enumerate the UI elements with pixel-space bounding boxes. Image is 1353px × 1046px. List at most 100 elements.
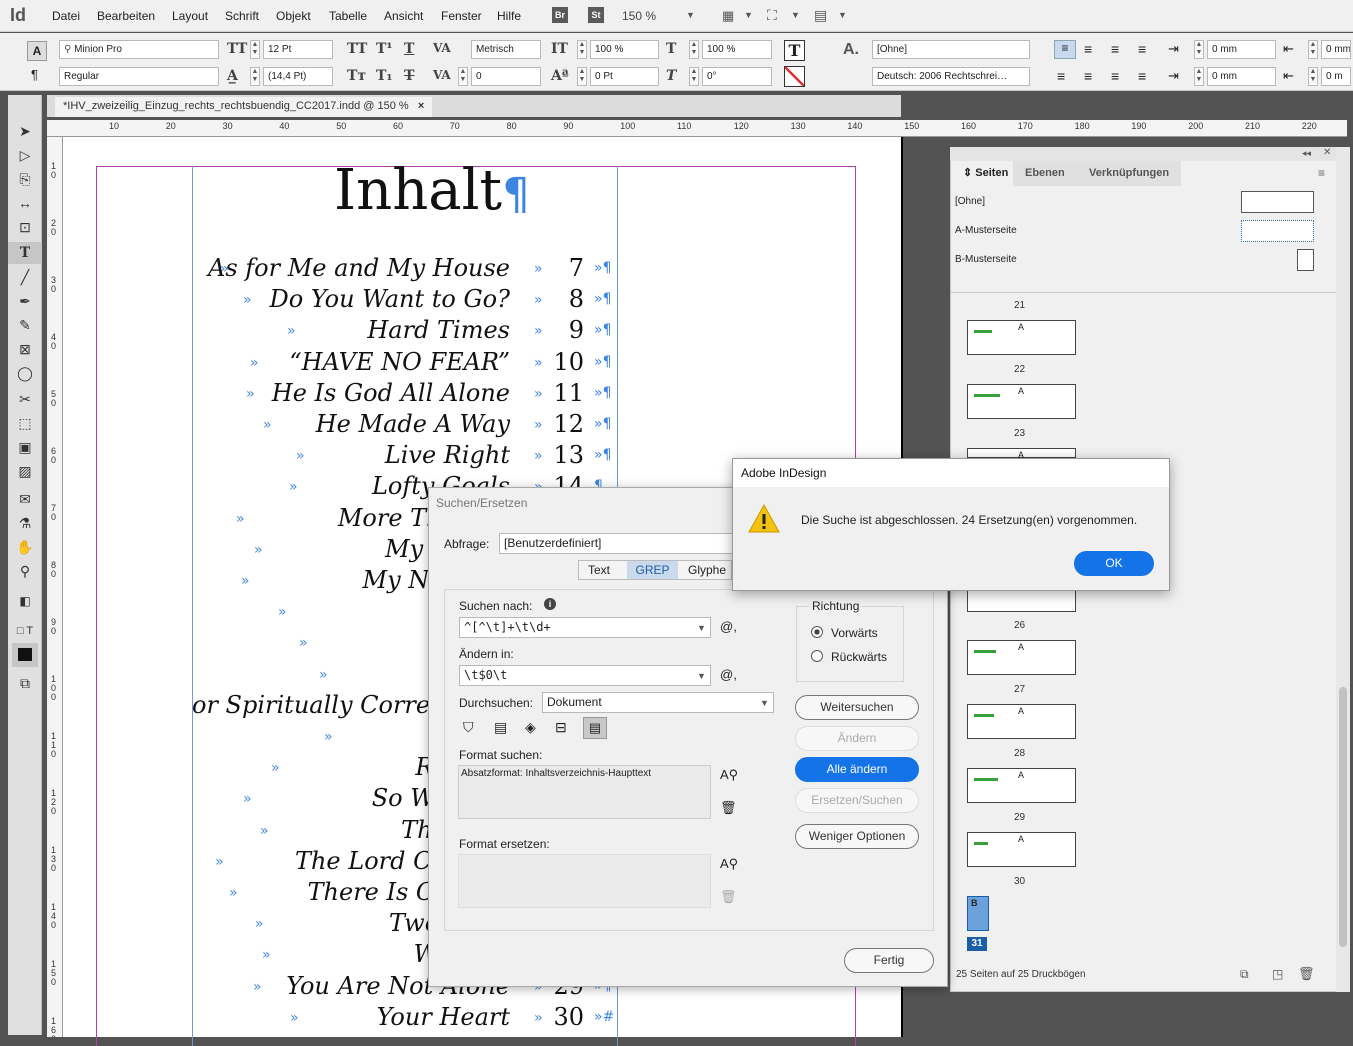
- left-indent-stepper[interactable]: ▲ ▼: [1194, 40, 1204, 59]
- master-a-label[interactable]: A-Musterseite: [955, 225, 1017, 236]
- font-family-field[interactable]: ⚲ Minion Pro: [59, 40, 219, 59]
- clear-format-search-icon[interactable]: 🗑: [720, 800, 737, 816]
- align-left-icon[interactable]: ≡: [1054, 40, 1076, 59]
- tab-glyphe[interactable]: Glyphe: [688, 563, 726, 577]
- menu-tabelle[interactable]: Tabelle: [329, 9, 367, 23]
- align-center-icon[interactable]: ≡: [1084, 41, 1092, 57]
- first-line-indent-field[interactable]: 0 mm: [1207, 67, 1276, 86]
- zoom-level[interactable]: 150 %: [622, 9, 656, 23]
- page-number[interactable]: 27: [1014, 684, 1025, 695]
- panel-menu-icon[interactable]: ≡: [1318, 166, 1325, 180]
- master-none-label[interactable]: [Ohne]: [955, 196, 985, 207]
- chevron-down-icon[interactable]: ▼: [838, 10, 847, 20]
- toc-entry[interactable]: » Do You Want to Go? » 8 »¶: [192, 285, 622, 315]
- page-number[interactable]: 21: [1014, 300, 1025, 311]
- include-locked-layers-icon[interactable]: ⛉: [463, 719, 474, 736]
- font-style-field[interactable]: Regular: [59, 67, 219, 86]
- pen-tool-icon[interactable]: ✒: [8, 290, 42, 312]
- tab-seiten[interactable]: ⇕ Seiten: [951, 161, 1021, 186]
- edit-page-size-icon[interactable]: ⧉: [1240, 967, 1249, 982]
- hand-tool-icon[interactable]: ✋: [8, 536, 42, 558]
- view-options-icon[interactable]: ▦: [722, 8, 734, 24]
- page-thumbnail[interactable]: A: [967, 768, 1076, 803]
- hscale-stepper[interactable]: ▲ ▼: [689, 40, 699, 59]
- done-button[interactable]: Fertig: [844, 948, 934, 973]
- format-search-box[interactable]: Absatzformat: Inhaltsverzeichnis-Hauptte…: [458, 765, 711, 819]
- justify-left-icon[interactable]: ≡: [1057, 68, 1065, 84]
- new-page-icon[interactable]: ◳: [1272, 967, 1283, 981]
- page-31-number[interactable]: 31: [967, 937, 987, 951]
- font-size-field[interactable]: 12 Pt: [263, 40, 333, 59]
- toc-entry[interactable]: » As for Me and My House» 7 »¶: [192, 254, 622, 284]
- tracking-stepper[interactable]: ▲ ▼: [458, 67, 468, 86]
- info-icon[interactable]: i: [544, 598, 556, 610]
- include-footnotes-icon[interactable]: ▤: [583, 717, 607, 739]
- replace-input[interactable]: \t$0\t: [459, 665, 711, 686]
- screen-mode-tool-icon[interactable]: ⧉: [8, 672, 42, 694]
- pencil-tool-icon[interactable]: ✎: [8, 314, 42, 336]
- first-line-stepper[interactable]: ▲ ▼: [1194, 67, 1204, 86]
- line-tool-icon[interactable]: ╱: [8, 266, 42, 288]
- baseline-stepper[interactable]: ▲ ▼: [577, 67, 587, 86]
- menu-datei[interactable]: Datei: [52, 9, 80, 23]
- toc-entry[interactable]: » Your Heart » 30 »#: [192, 1003, 622, 1033]
- special-chars-search-icon[interactable]: @,: [720, 619, 737, 634]
- justify-center-icon[interactable]: ≡: [1084, 68, 1092, 84]
- menu-hilfe[interactable]: Hilfe: [497, 9, 521, 23]
- page-thumbnail[interactable]: A: [967, 448, 1076, 460]
- page-thumbnail[interactable]: A: [967, 640, 1076, 675]
- chevron-down-icon[interactable]: ▼: [791, 10, 800, 20]
- page-number[interactable]: 26: [1014, 620, 1025, 631]
- page-thumbnail[interactable]: A: [967, 320, 1076, 355]
- kerning-field[interactable]: Metrisch: [471, 40, 541, 59]
- change-button[interactable]: Ändern: [795, 726, 919, 751]
- skew-stepper[interactable]: ▲ ▼: [689, 67, 699, 86]
- character-mode-icon[interactable]: A: [27, 41, 47, 61]
- page-tool-icon[interactable]: ⎘: [8, 168, 42, 190]
- backward-radio[interactable]: [811, 650, 823, 662]
- last-line-indent-field[interactable]: 0 m: [1321, 67, 1351, 86]
- note-tool-icon[interactable]: ✉: [8, 488, 42, 510]
- special-chars-replace-icon[interactable]: @,: [720, 667, 737, 682]
- menu-layout[interactable]: Layout: [172, 9, 208, 23]
- include-master-pages-icon[interactable]: ⊟: [555, 719, 567, 736]
- baseline-shift-field[interactable]: 0 Pt: [590, 67, 659, 86]
- page-thumbnail[interactable]: A: [967, 832, 1076, 867]
- stock-button[interactable]: St: [588, 7, 604, 23]
- screen-mode-icon[interactable]: ⛶: [767, 7, 777, 24]
- delete-page-icon[interactable]: 🗑: [1298, 966, 1315, 982]
- direct-selection-tool-icon[interactable]: ▷: [8, 144, 42, 166]
- include-locked-stories-icon[interactable]: ▤: [494, 719, 507, 736]
- page-number[interactable]: 30: [1014, 876, 1025, 887]
- page-number[interactable]: 28: [1014, 748, 1025, 759]
- toc-title[interactable]: Inhalt¶: [334, 158, 530, 223]
- panel-scrollbar[interactable]: [1336, 147, 1350, 992]
- left-indent-field[interactable]: 0 mm: [1207, 40, 1276, 59]
- chevron-down-icon[interactable]: ▼: [744, 10, 753, 20]
- scope-select[interactable]: Dokument: [542, 692, 774, 713]
- include-hidden-layers-icon[interactable]: ◈: [525, 719, 536, 736]
- toc-entry[interactable]: » “HAVE NO FEAR” » 10 »¶: [192, 348, 622, 378]
- horizontal-scale-field[interactable]: 100 %: [702, 40, 772, 59]
- gradient-feather-tool-icon[interactable]: ▨: [8, 460, 42, 482]
- content-collector-icon[interactable]: ⊡: [8, 216, 42, 238]
- skew-field[interactable]: 0°: [702, 67, 772, 86]
- specify-format-replace-icon[interactable]: A⚲: [720, 856, 738, 872]
- master-b-thumb[interactable]: [1297, 249, 1314, 271]
- text-fill-icon[interactable]: T: [784, 40, 805, 61]
- toc-entry[interactable]: » Live Right » 13 »¶: [192, 441, 622, 471]
- change-find-button[interactable]: Ersetzen/Suchen: [795, 788, 919, 813]
- strikethrough-icon[interactable]: T: [404, 68, 414, 84]
- chevron-down-icon[interactable]: ▼: [760, 698, 769, 708]
- font-size-stepper[interactable]: ▲ ▼: [250, 40, 260, 59]
- superscript-icon[interactable]: T¹: [376, 41, 393, 57]
- last-line-stepper[interactable]: ▲ ▼: [1308, 67, 1318, 86]
- right-indent-field[interactable]: 0 mm: [1321, 40, 1351, 59]
- character-style-field[interactable]: [Ohne]: [872, 40, 1030, 59]
- page-number[interactable]: 23: [1014, 428, 1025, 439]
- arrange-documents-icon[interactable]: ▤: [814, 7, 827, 24]
- master-a-thumb[interactable]: [1241, 220, 1314, 242]
- eyedropper-tool-icon[interactable]: ⚗: [8, 512, 42, 534]
- toc-entry[interactable]: » He Is God All Alone » 11 »¶: [192, 379, 622, 409]
- free-transform-tool-icon[interactable]: ⬚: [8, 412, 42, 434]
